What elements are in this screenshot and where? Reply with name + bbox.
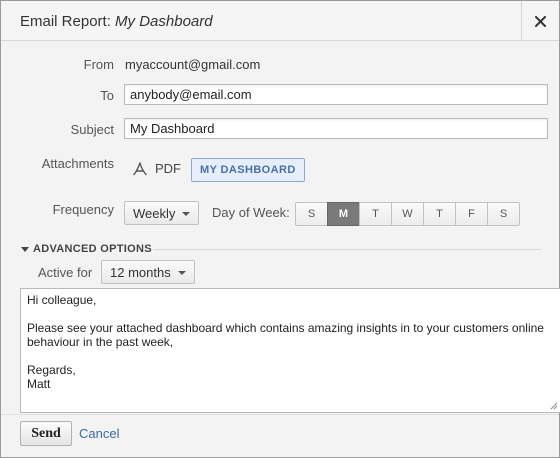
day-sunday-button[interactable]: S <box>295 202 328 226</box>
to-field[interactable] <box>124 84 548 105</box>
day-of-week-label: Day of Week: <box>212 205 290 220</box>
active-for-label: Active for <box>38 265 93 280</box>
advanced-options-divider <box>153 249 541 250</box>
message-body: Please see your attached dashboard which… <box>27 321 544 349</box>
day-tuesday-button[interactable]: T <box>359 202 392 226</box>
message-signature: Matt <box>27 377 51 391</box>
message-greeting: Hi colleague, <box>27 293 97 307</box>
frequency-label: Frequency <box>52 202 114 217</box>
my-dashboard-attachment-chip[interactable]: MY DASHBOARD <box>191 158 305 182</box>
subject-label: Subject <box>70 122 114 137</box>
from-value: myaccount@gmail.com <box>125 57 261 72</box>
chevron-down-icon <box>182 212 191 216</box>
attachments-label: Attachments <box>41 156 114 171</box>
chevron-down-icon <box>177 271 186 275</box>
dialog-title-name: My Dashboard <box>115 13 213 30</box>
message-textarea[interactable]: Hi colleague, Please see your attached d… <box>20 288 560 413</box>
dialog-titlebar: Email Report: My Dashboard <box>1 1 559 41</box>
send-button[interactable]: Send <box>20 421 72 446</box>
active-for-dropdown[interactable]: 12 months <box>101 260 195 284</box>
day-wednesday-button[interactable]: W <box>391 202 424 226</box>
frequency-dropdown[interactable]: Weekly <box>124 201 200 225</box>
collapse-arrow-icon[interactable] <box>21 247 29 252</box>
close-button[interactable] <box>521 1 559 41</box>
dialog-title: Email Report: My Dashboard <box>20 13 213 30</box>
message-closing: Regards, <box>27 363 76 377</box>
close-icon <box>535 15 546 27</box>
dialog-title-prefix: Email Report: <box>20 13 111 30</box>
active-for-value: 12 months <box>110 264 171 280</box>
day-of-week-selector: S M T W T F S <box>295 202 520 226</box>
pdf-format-label[interactable]: PDF <box>155 161 181 176</box>
advanced-options-toggle[interactable]: ADVANCED OPTIONS <box>33 243 152 255</box>
frequency-value: Weekly <box>133 205 176 221</box>
day-monday-button[interactable]: M <box>327 202 360 226</box>
footer-divider <box>1 414 559 415</box>
email-report-dialog: Email Report: My Dashboard From myaccoun… <box>0 0 560 458</box>
day-thursday-button[interactable]: T <box>423 202 456 226</box>
subject-field[interactable] <box>124 118 548 139</box>
from-label: From <box>83 57 114 72</box>
pdf-icon <box>133 162 147 176</box>
day-friday-button[interactable]: F <box>455 202 488 226</box>
resize-grip-icon[interactable] <box>548 400 558 410</box>
to-label: To <box>100 88 114 103</box>
cancel-link[interactable]: Cancel <box>79 426 119 441</box>
day-saturday-button[interactable]: S <box>487 202 520 226</box>
